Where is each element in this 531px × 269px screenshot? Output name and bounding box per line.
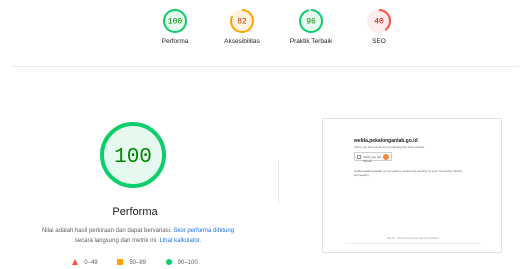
thumb-instruction: Verify you are human by completing the a… xyxy=(354,145,425,149)
gauge-score: 82 xyxy=(237,18,247,27)
section-separator xyxy=(278,160,279,204)
main-performance-gauge: 100 xyxy=(98,120,168,190)
thumb-captcha-box: Verify you are human xyxy=(354,152,392,163)
square-icon xyxy=(117,259,124,265)
thumb-footer-divider xyxy=(345,243,481,244)
gauge-score: 40 xyxy=(374,18,384,27)
gauge-performance[interactable]: 100 Performa xyxy=(140,8,210,45)
gauge-accessibility[interactable]: 82 Aksesibilitas xyxy=(207,8,277,45)
gauge-best-practices[interactable]: 96 Praktik Terbaik xyxy=(276,8,346,45)
legend-pass-range: 90–100 xyxy=(177,260,198,266)
gauge-score: 96 xyxy=(306,18,316,27)
category-summary: 100 Performa 82 Aksesibilitas 96 Praktik… xyxy=(0,0,531,66)
legend-fail: 0–49 xyxy=(72,259,98,267)
gauge-score: 100 xyxy=(168,18,183,27)
legend-average-range: 50–89 xyxy=(129,260,146,266)
summary-divider xyxy=(12,66,519,67)
final-screenshot-thumbnail[interactable]: welda.pekalonganlab.go.id Verify you are… xyxy=(322,118,502,253)
score-gauge-icon: 100 xyxy=(100,122,166,188)
thumb-paragraph: welda.pekalonganlab.go.id needs to revie… xyxy=(354,169,463,177)
score-description: Nilai adalah hasil perkiraan dan dapat b… xyxy=(18,226,258,246)
score-gauge-icon: 96 xyxy=(299,9,323,33)
cloudflare-logo-icon xyxy=(383,154,389,160)
gauge-seo[interactable]: 40 SEO xyxy=(344,8,414,45)
gauge-label: SEO xyxy=(372,38,386,45)
score-legend: 0–49 50–89 90–100 xyxy=(0,259,270,268)
checkbox-icon xyxy=(357,155,361,159)
thumb-domain: welda.pekalonganlab.go.id xyxy=(354,138,418,144)
gauge-label: Aksesibilitas xyxy=(224,38,260,45)
gauge-label: Performa xyxy=(161,38,189,45)
score-gauge-icon: 82 xyxy=(230,9,254,33)
main-category-title: Performa xyxy=(112,206,158,218)
legend-fail-range: 0–49 xyxy=(84,260,98,266)
gauge-label: Praktik Terbaik xyxy=(289,38,333,45)
main-score: 100 xyxy=(114,146,152,169)
circle-icon xyxy=(165,259,172,265)
calculator-link[interactable]: Lihat kalkulator. xyxy=(160,238,202,244)
score-calc-link[interactable]: Skor performa dihitung xyxy=(173,228,234,234)
thumb-footer: Ray ID: · Performance & security by Clou… xyxy=(387,237,439,240)
legend-pass: 90–100 xyxy=(165,259,198,267)
triangle-icon xyxy=(72,259,79,265)
desc-text: secara langsung dari metrik ini. xyxy=(74,238,160,244)
legend-average: 50–89 xyxy=(117,259,146,267)
score-gauge-icon: 40 xyxy=(367,9,391,33)
desc-text: Nilai adalah hasil perkiraan dan dapat b… xyxy=(41,228,174,234)
score-gauge-icon: 100 xyxy=(163,9,187,33)
